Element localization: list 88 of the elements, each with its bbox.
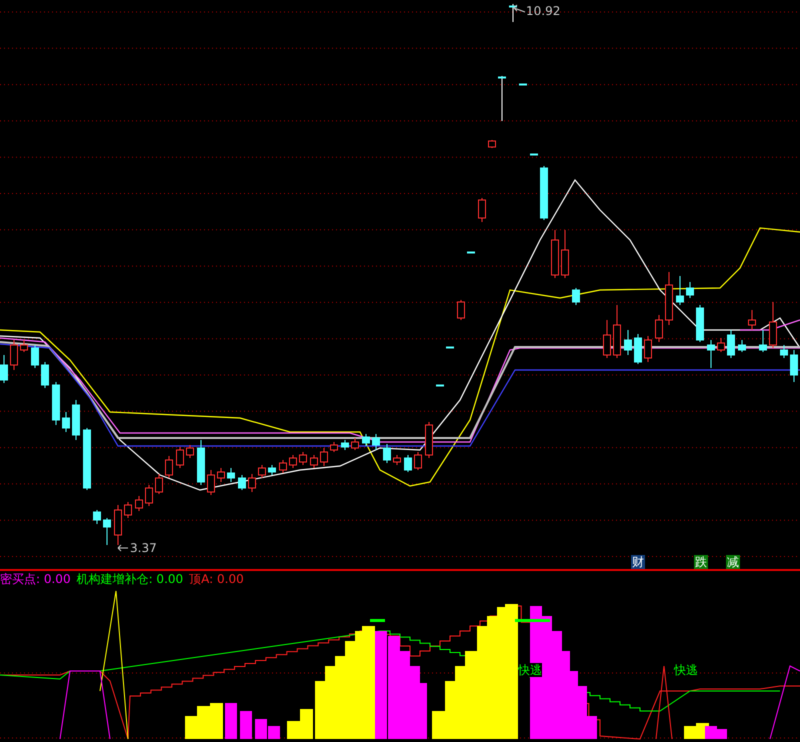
indicator-bar — [370, 619, 385, 622]
candle — [258, 464, 266, 478]
candle — [561, 230, 569, 278]
candle — [372, 434, 380, 450]
candle — [613, 304, 621, 358]
indicator-legend: 密买点: 0.00 — [0, 572, 71, 586]
candle — [186, 444, 194, 458]
candle — [41, 362, 49, 388]
candle — [727, 330, 735, 358]
candle — [197, 440, 205, 486]
indicator-bar — [225, 703, 237, 739]
candle — [72, 400, 80, 440]
candle — [0, 354, 8, 384]
low-price-label: 3.37 — [130, 541, 157, 555]
candle — [320, 448, 328, 466]
candle — [207, 470, 215, 496]
candle — [696, 304, 704, 342]
candle — [383, 444, 391, 464]
candle — [362, 434, 370, 446]
candle — [676, 276, 684, 306]
candle — [478, 198, 486, 222]
candle — [52, 382, 60, 426]
candle — [268, 464, 276, 476]
pointer-arrow-icon — [118, 544, 128, 552]
candle — [655, 314, 663, 342]
candle — [686, 282, 694, 298]
candle — [103, 518, 111, 546]
candle — [93, 510, 101, 524]
candle — [665, 272, 673, 326]
indicator-legend: 机构建增补仓: 0.00 — [76, 572, 184, 586]
candle — [10, 340, 18, 370]
pointer-arrow-icon — [514, 4, 526, 12]
candle — [644, 336, 652, 362]
candle — [414, 452, 422, 470]
candle — [145, 484, 153, 506]
candle — [572, 288, 580, 306]
candle — [20, 340, 28, 352]
candle — [748, 310, 756, 330]
candle — [135, 496, 143, 512]
candle — [155, 474, 163, 494]
candle — [540, 166, 548, 220]
candle — [165, 456, 173, 478]
candle — [279, 460, 287, 474]
candle — [790, 350, 798, 382]
candle — [83, 428, 91, 490]
candle — [341, 440, 349, 450]
candle — [624, 330, 632, 356]
candle — [299, 452, 307, 466]
signal-marker: 跌 — [694, 555, 708, 569]
candle — [769, 302, 777, 348]
candle — [248, 474, 256, 492]
candle — [780, 344, 788, 358]
candle — [498, 76, 506, 122]
candle — [509, 4, 517, 22]
candle — [310, 454, 318, 468]
candle — [404, 454, 412, 472]
candle — [759, 330, 767, 352]
candle — [717, 338, 725, 352]
signal-marker: 减 — [726, 555, 740, 569]
candle — [393, 454, 401, 466]
candle — [217, 468, 225, 482]
indicator-bar — [210, 703, 223, 739]
indicator-bar — [715, 729, 727, 739]
candle — [114, 504, 122, 546]
candle — [227, 468, 235, 482]
signal-marker: 财 — [631, 555, 645, 569]
signal-label: 快逃 — [674, 663, 698, 677]
candle — [707, 340, 715, 368]
indicator-bar — [240, 711, 252, 739]
candle — [124, 502, 132, 518]
candle — [738, 340, 746, 352]
candle — [488, 140, 496, 148]
candle — [425, 422, 433, 458]
signal-label: 快逃 — [518, 663, 542, 677]
indicator-legend: 顶A: 0.00 — [189, 572, 244, 586]
candle — [551, 230, 559, 278]
candle — [457, 300, 465, 320]
high-price-label: 10.92 — [526, 4, 560, 18]
candle — [31, 344, 39, 368]
candle — [238, 474, 246, 490]
candle — [289, 454, 297, 468]
candle — [634, 334, 642, 364]
candle — [62, 412, 70, 432]
candle — [176, 446, 184, 468]
candle — [351, 438, 359, 450]
indicator-bar — [684, 726, 697, 739]
candle — [330, 442, 338, 452]
candle — [603, 320, 611, 358]
